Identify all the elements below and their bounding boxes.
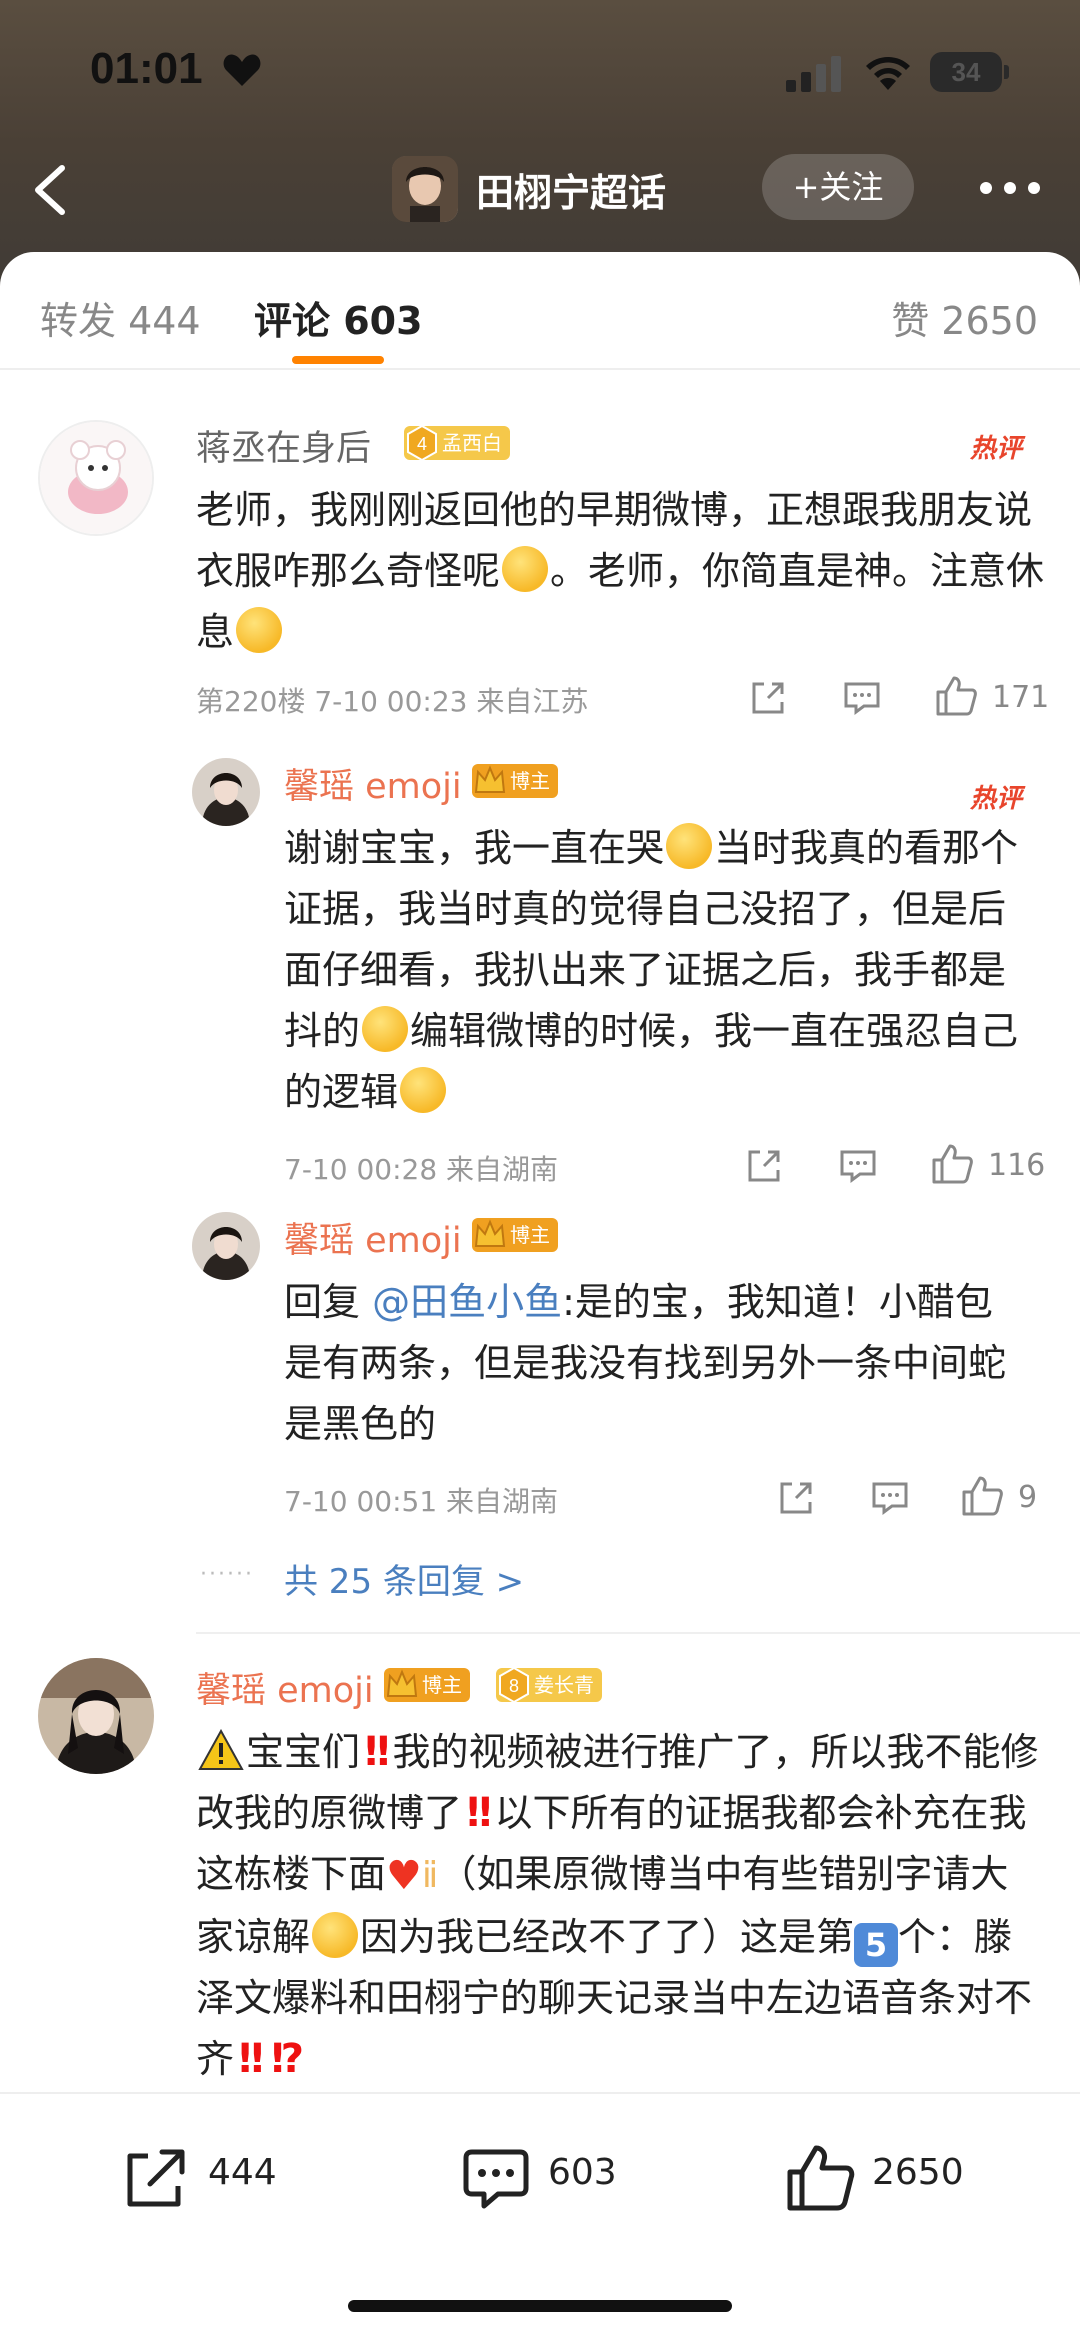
pleading-emoji-icon — [312, 1912, 359, 1958]
reply-thread-dots: ······ — [200, 1562, 254, 1587]
comment-icon[interactable] — [838, 1146, 878, 1186]
reply-text-part: 谢谢宝宝，我一直在哭 — [284, 826, 665, 870]
reply-text: 回复 @田鱼小鱼:是的宝，我知道！小醋包是有两条，但是我没有找到另外一条中间蛇是… — [284, 1272, 1024, 1455]
keycap-five-emoji-icon: 5 — [854, 1923, 899, 1967]
reply-text: 谢谢宝宝，我一直在哭 当时我真的看那个证据，我当时真的觉得自己没招了，但是后面仔细… — [284, 818, 1040, 1123]
comment-button[interactable]: 603 — [460, 2134, 640, 2214]
reply-username[interactable]: 馨瑶 emoji — [284, 1212, 462, 1263]
comment-divider — [196, 1632, 1080, 1634]
crown-icon — [386, 1669, 418, 1697]
praying-hands-emoji-icon: ⅱ — [421, 1855, 439, 1896]
badge-label: 孟西白 — [442, 431, 502, 455]
wifi-icon — [866, 57, 910, 90]
comment-meta: 第220楼 7-10 00:23 来自江苏 — [196, 685, 589, 718]
comment-username[interactable]: 馨瑶 emoji — [196, 1662, 374, 1713]
badge-label: 博主 — [510, 769, 550, 793]
comment-icon[interactable] — [842, 678, 882, 718]
like-count: 116 — [988, 1148, 1046, 1183]
like-button[interactable]: 2650 — [784, 2134, 1004, 2214]
tab-like[interactable]: 赞 2650 — [891, 290, 1038, 345]
battery-level: 34 — [930, 52, 1002, 92]
hot-comment-tag: 热评 — [970, 784, 1023, 814]
double-exclamation-emoji-icon: !! — [362, 1729, 393, 1775]
active-tab-indicator — [292, 356, 384, 364]
comment-icon[interactable] — [870, 1478, 910, 1518]
comment-text: 宝宝们!! 我的视频被进行推广了，所以我不能修改我的原微博了!! 以下所有的证据我都… — [196, 1722, 1046, 2090]
tab-comment[interactable]: 评论 603 — [254, 290, 423, 345]
comment-text: 老师，我刚刚返回他的早期微博，正想跟我朋友说衣服咋那么奇怪呢 。老师，你简直是神。… — [196, 480, 1046, 663]
reply-prefix: 回复 — [284, 1280, 361, 1324]
reply-meta: 7-10 00:28 来自湖南 — [284, 1153, 559, 1186]
double-exclamation-emoji-icon: !! — [236, 2036, 267, 2082]
badge-label: 博主 — [422, 1673, 462, 1697]
repost-icon — [127, 2149, 185, 2207]
tab-repost[interactable]: 转发 444 — [40, 290, 201, 345]
like-count: 2650 — [872, 2152, 964, 2193]
thumbs-up-icon — [787, 2145, 855, 2211]
back-arrow-icon[interactable] — [26, 162, 76, 218]
fan-level-badge[interactable]: 8 姜长青 — [496, 1666, 602, 1704]
avatar[interactable] — [192, 1212, 260, 1280]
like-icon[interactable] — [960, 1474, 1004, 1518]
level-badge-icon: 8 — [499, 1666, 529, 1704]
crying-emoji-icon — [502, 546, 549, 592]
badge-label: 姜长青 — [534, 1673, 594, 1697]
status-time: 01:01 — [90, 44, 203, 93]
tab-bar: 转发 444 评论 603 赞 2650 — [0, 252, 1080, 370]
host-badge[interactable]: 博主 — [384, 1668, 470, 1702]
status-bar: 01:01 34 — [0, 0, 1080, 140]
repost-count: 444 — [208, 2152, 277, 2193]
crying-emoji-icon — [400, 1067, 447, 1113]
heart-icon — [223, 54, 261, 86]
level-badge-icon: 4 — [407, 424, 437, 462]
hot-comment-tag: 热评 — [970, 434, 1023, 464]
crown-icon — [474, 1219, 506, 1247]
repost-button[interactable]: 444 — [120, 2134, 300, 2214]
host-badge[interactable]: 博主 — [472, 764, 558, 798]
comment-count: 603 — [548, 2152, 617, 2193]
host-badge[interactable]: 博主 — [472, 1218, 558, 1252]
comment-text-part: 因为我已经改不了了）这是第 — [360, 1915, 855, 1959]
heart-smile-emoji-icon — [236, 607, 283, 653]
share-icon[interactable] — [744, 1146, 784, 1186]
red-heart-emoji-icon: ♥ — [386, 1853, 422, 1899]
like-icon[interactable] — [930, 1142, 974, 1186]
like-count: 171 — [992, 680, 1050, 715]
warning-emoji-icon — [198, 1729, 244, 1770]
comment-text-part: 宝宝们 — [246, 1730, 361, 1774]
badge-level-number: 8 — [509, 1676, 519, 1696]
reply-meta: 7-10 00:51 来自湖南 — [284, 1485, 559, 1518]
nav-title[interactable]: 田栩宁超话 — [476, 162, 666, 217]
home-indicator[interactable] — [348, 2300, 732, 2312]
share-icon[interactable] — [776, 1478, 816, 1518]
cellular-signal-icon — [786, 56, 841, 92]
crown-icon — [474, 765, 506, 793]
fan-level-badge[interactable]: 4 孟西白 — [404, 424, 510, 462]
badge-label: 博主 — [510, 1223, 550, 1247]
follow-button[interactable]: +关注 — [762, 154, 914, 220]
avatar[interactable] — [38, 1658, 154, 1774]
share-icon[interactable] — [748, 678, 788, 718]
battery-icon: 34 — [930, 52, 1009, 92]
avatar[interactable] — [38, 420, 154, 536]
like-count: 9 — [1018, 1480, 1038, 1515]
nav-bar: 田栩宁超话 +关注 — [0, 140, 1080, 240]
like-icon[interactable] — [934, 674, 978, 718]
badge-level-number: 4 — [417, 434, 427, 454]
avatar[interactable] — [192, 758, 260, 826]
supertopic-avatar[interactable] — [392, 156, 458, 222]
double-exclamation-emoji-icon: !! — [464, 1790, 495, 1836]
comment-username[interactable]: 蒋丞在身后 — [196, 420, 371, 471]
more-options-icon[interactable] — [978, 170, 1042, 206]
mention-link[interactable]: @田鱼小鱼 — [372, 1280, 562, 1324]
comment-bubble-icon — [463, 2149, 529, 2209]
crying-emoji-icon — [666, 823, 713, 869]
crying-emoji-icon — [362, 1006, 409, 1052]
exclamation-question-emoji-icon: !? — [268, 2036, 305, 2082]
more-replies-link[interactable]: 共 25 条回复 > — [284, 1554, 524, 1603]
reply-username[interactable]: 馨瑶 emoji — [284, 758, 462, 809]
